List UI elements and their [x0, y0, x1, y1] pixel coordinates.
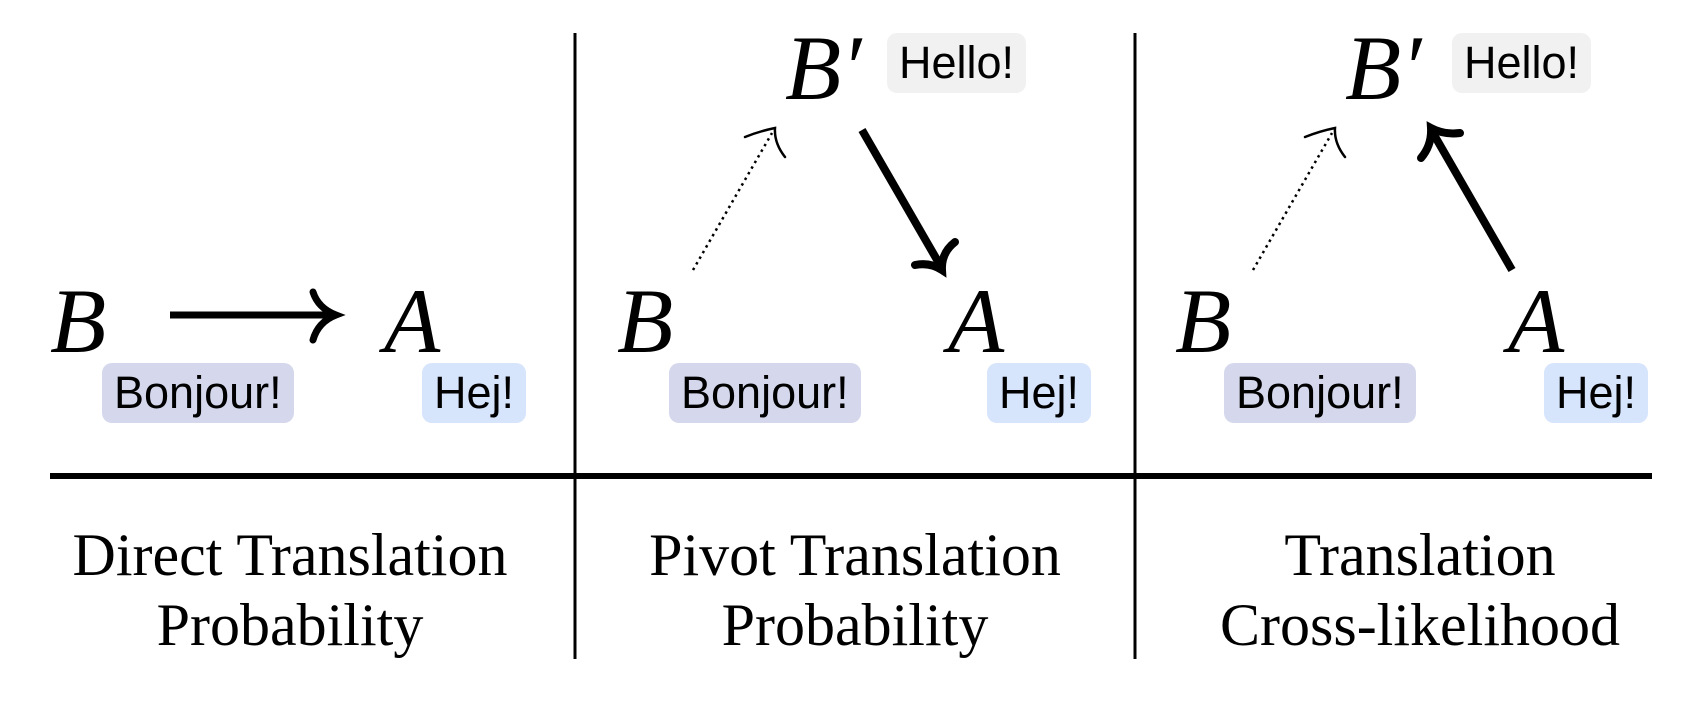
arrow-shaft	[858, 127, 944, 268]
target-sentence-chip: Hej!	[987, 363, 1092, 423]
edge-pivot-b-to-bprime	[691, 126, 787, 271]
arrow-head	[1303, 126, 1347, 159]
edge-cross-a-to-bprime	[1417, 121, 1516, 272]
node-symbol-target: A	[948, 270, 1005, 372]
caption-line-1: Direct Translation	[72, 522, 508, 588]
edge-pivot-bprime-to-a	[858, 127, 959, 278]
panel-caption: Translation Cross-likelihood	[1165, 520, 1675, 660]
node-symbol-target: A	[384, 270, 441, 372]
panel-caption: Direct Translation Probability	[40, 520, 540, 660]
caption-line-1: Translation	[1284, 522, 1556, 588]
target-sentence-chip: Hej!	[1544, 363, 1649, 423]
dotted-shaft	[1251, 132, 1334, 271]
arrow-head	[743, 126, 787, 159]
node-symbol-source: B	[617, 270, 674, 372]
source-sentence-chip: Bonjour!	[669, 363, 861, 423]
node-symbol-source: B	[50, 270, 107, 372]
node-symbol-source: B	[1175, 270, 1232, 372]
node-symbol-target: A	[1508, 270, 1565, 372]
caption-line-2: Probability	[721, 592, 989, 658]
panel-caption: Pivot Translation Probability	[605, 520, 1105, 660]
node-symbol-pivot: B′	[785, 17, 862, 119]
source-sentence-chip: Bonjour!	[102, 363, 294, 423]
caption-line-2: Cross-likelihood	[1220, 592, 1620, 658]
pivot-sentence-chip: Hello!	[887, 33, 1027, 93]
caption-line-2: Probability	[156, 592, 424, 658]
caption-line-1: Pivot Translation	[649, 522, 1061, 588]
edge-direct-b-to-a	[170, 288, 346, 344]
pivot-sentence-chip: Hello!	[1452, 33, 1592, 93]
target-sentence-chip: Hej!	[422, 363, 527, 423]
edge-cross-b-to-bprime	[1251, 126, 1347, 271]
dotted-shaft	[691, 132, 774, 271]
node-symbol-pivot: B′	[1345, 17, 1422, 119]
source-sentence-chip: Bonjour!	[1224, 363, 1416, 423]
arrow-shaft	[1429, 131, 1516, 272]
